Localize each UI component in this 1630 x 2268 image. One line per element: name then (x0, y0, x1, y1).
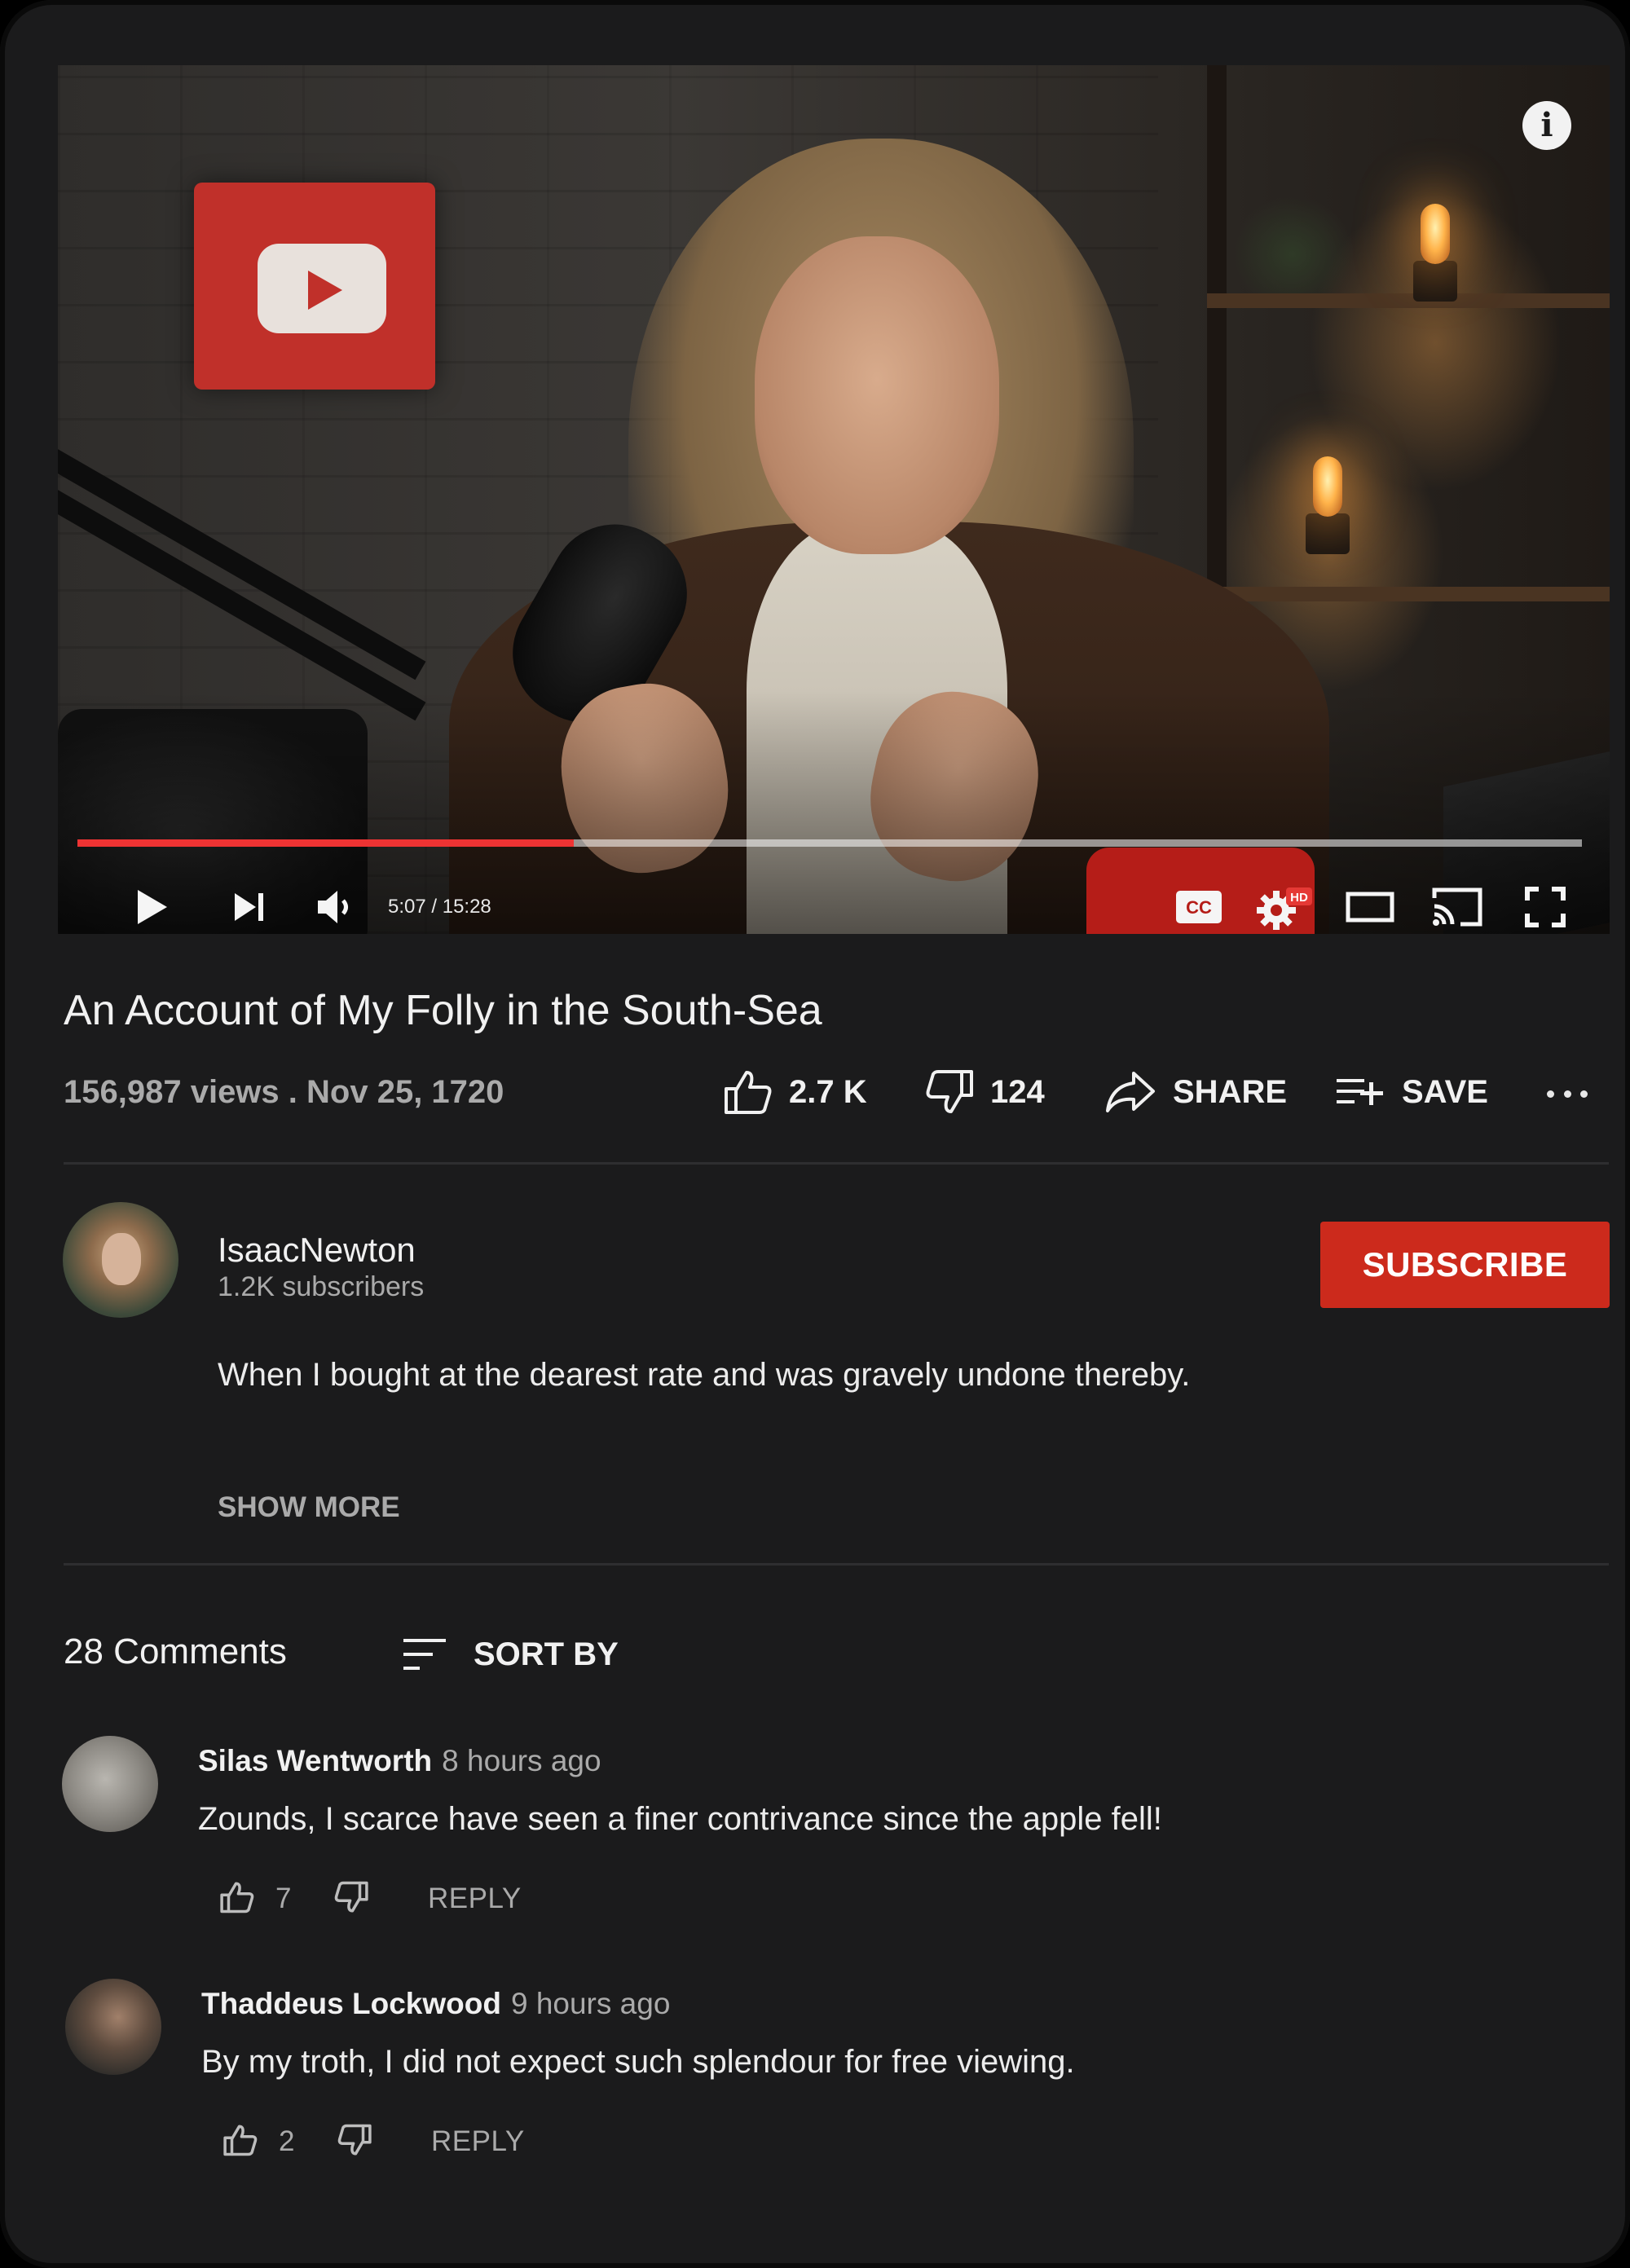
progress-bar[interactable] (77, 839, 1582, 847)
publish-date: Nov 25, 1720 (306, 1074, 504, 1110)
comment-text: Zounds, I scarce have seen a finer contr… (198, 1801, 1162, 1837)
progress-fill (77, 839, 575, 847)
thumbs-up-icon (220, 1882, 254, 1913)
comment-dislike-button[interactable] (337, 2124, 372, 2156)
dislike-count: 124 (990, 1073, 1045, 1110)
cast-icon[interactable] (1421, 880, 1494, 934)
view-count: 156,987 views (64, 1074, 280, 1110)
save-button[interactable]: SAVE (1335, 1059, 1488, 1125)
next-icon[interactable] (221, 880, 278, 934)
play-icon[interactable] (123, 880, 180, 934)
comment-header: Silas Wentworth 8 hours ago (198, 1744, 601, 1778)
save-label: SAVE (1402, 1073, 1488, 1110)
app-frame: i 5:07 / 15:28 CC HD An Account of My Fo… (0, 0, 1630, 2268)
hd-badge: HD (1290, 891, 1308, 905)
show-more-button[interactable]: SHOW MORE (218, 1491, 400, 1524)
share-icon (1106, 1072, 1155, 1112)
thumbs-down-icon (926, 1070, 973, 1113)
reply-button[interactable]: REPLY (428, 1883, 522, 1915)
comment-time: 8 hours ago (442, 1744, 601, 1777)
video-description: When I bought at the dearest rate and wa… (218, 1357, 1191, 1393)
comment-item: Silas Wentworth 8 hours ago Zounds, I sca… (0, 1736, 1630, 1948)
comment-author[interactable]: Silas Wentworth (198, 1744, 432, 1777)
settings-icon[interactable]: HD (1248, 880, 1321, 934)
subscriber-count: 1.2K subscribers (218, 1271, 425, 1302)
comment-author[interactable]: Thaddeus Lockwood (201, 1987, 501, 2020)
comment-text: By my troth, I did not expect such splen… (201, 2044, 1075, 2080)
comment-dislike-button[interactable] (334, 1881, 368, 1913)
thumbs-up-icon (223, 2125, 258, 2156)
sort-by-button[interactable]: SORT BY (402, 1626, 619, 1683)
video-meta: 156,987 views . Nov 25, 1720 (64, 1074, 504, 1111)
captions-icon[interactable]: CC (1162, 880, 1236, 934)
fullscreen-icon[interactable] (1509, 880, 1582, 934)
thumbs-up-icon (725, 1071, 772, 1114)
player-controls: 5:07 / 15:28 CC HD (58, 880, 1610, 934)
share-label: SHARE (1173, 1073, 1288, 1110)
subscribe-button[interactable]: SUBSCRIBE (1320, 1222, 1610, 1308)
more-options-icon[interactable] (1547, 1069, 1588, 1118)
reply-button[interactable]: REPLY (431, 2125, 525, 2158)
divider (64, 1563, 1609, 1566)
volume-icon[interactable] (306, 880, 363, 934)
sort-icon (403, 1639, 446, 1670)
comments-count: 28 Comments (64, 1632, 287, 1671)
channel-name[interactable]: IsaacNewton (218, 1231, 416, 1270)
time-display: 5:07 / 15:28 (388, 896, 491, 918)
dislike-button[interactable]: 124 (925, 1059, 1045, 1125)
commenter-avatar[interactable] (62, 1736, 158, 1832)
thumbs-down-icon (334, 1881, 368, 1913)
video-title: An Account of My Folly in the South-Sea (64, 987, 822, 1034)
comment-item: Thaddeus Lockwood 9 hours ago By my troth… (0, 1979, 1630, 2191)
meta-separator: . (279, 1074, 307, 1110)
divider (64, 1162, 1609, 1165)
playlist-add-icon (1337, 1079, 1383, 1105)
video-player[interactable]: i 5:07 / 15:28 CC HD (58, 65, 1610, 934)
like-count: 2.7 K (789, 1073, 867, 1110)
commenter-avatar[interactable] (65, 1979, 161, 2075)
comment-header: Thaddeus Lockwood 9 hours ago (201, 1987, 670, 2021)
thumbs-down-icon (337, 2124, 372, 2156)
channel-avatar[interactable] (63, 1202, 178, 1318)
share-button[interactable]: SHARE (1104, 1059, 1287, 1125)
video-frame (58, 65, 1610, 934)
comment-time: 9 hours ago (510, 1987, 671, 2020)
comment-like-button[interactable] (223, 2124, 258, 2156)
like-button[interactable]: 2.7 K (724, 1059, 867, 1125)
comment-like-button[interactable] (220, 1881, 254, 1913)
theater-icon[interactable] (1333, 880, 1407, 934)
info-icon[interactable]: i (1522, 101, 1571, 150)
sort-label: SORT BY (474, 1636, 619, 1672)
svg-text:CC: CC (1186, 897, 1212, 918)
comment-like-count: 2 (279, 2125, 295, 2157)
comment-like-count: 7 (275, 1883, 292, 1914)
